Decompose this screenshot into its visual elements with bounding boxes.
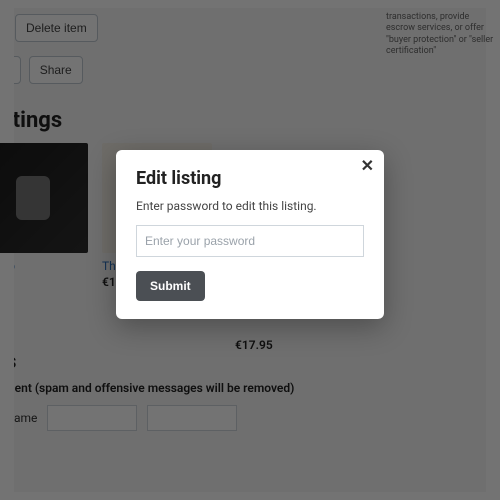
modal-description: Enter password to edit this listing. — [136, 199, 364, 213]
modal-overlay[interactable]: ✕ Edit listing Enter password to edit th… — [0, 0, 500, 500]
password-input[interactable] — [136, 225, 364, 257]
page-root: transactions, provide escrow services, o… — [0, 0, 500, 500]
modal-title: Edit listing — [136, 168, 364, 189]
submit-button[interactable]: Submit — [136, 271, 205, 301]
edit-listing-modal: ✕ Edit listing Enter password to edit th… — [116, 150, 384, 319]
close-icon[interactable]: ✕ — [361, 158, 374, 174]
